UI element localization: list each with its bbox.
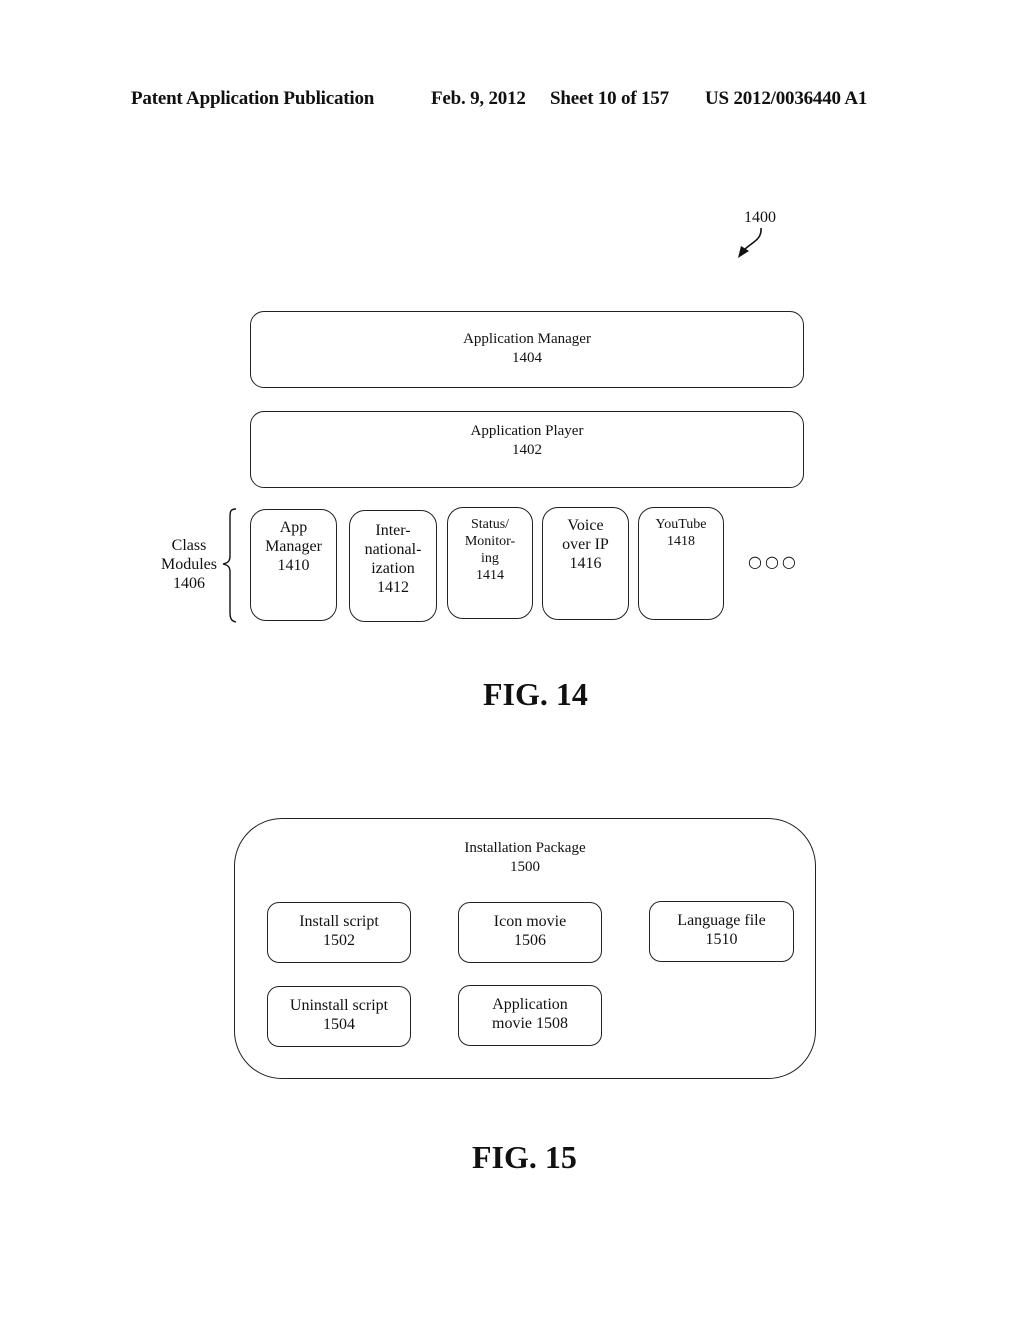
- item-title: Language file: [677, 912, 766, 929]
- curly-brace-icon: [222, 508, 237, 623]
- module-ref: 1416: [569, 555, 602, 572]
- item-ref: 1504: [323, 1016, 355, 1033]
- application-movie-box: Application movie 1508: [458, 985, 602, 1046]
- module-line: App: [279, 519, 308, 536]
- module-status-monitoring: Status/ Monitor- ing 1414: [447, 507, 533, 619]
- icon-movie-box: Icon movie 1506: [458, 902, 602, 963]
- item-ref: 1510: [705, 931, 738, 948]
- item-ref: 1502: [323, 932, 355, 949]
- installation-package-ref: 1500: [510, 859, 540, 875]
- module-line: YouTube: [655, 517, 707, 532]
- module-line: Voice: [567, 517, 604, 534]
- module-app-manager: App Manager 1410: [250, 509, 337, 621]
- item-title: Install script: [299, 913, 379, 930]
- module-youtube: YouTube 1418: [638, 507, 724, 620]
- install-script-box: Install script 1502: [267, 902, 411, 963]
- module-line: national-: [364, 541, 422, 558]
- module-line: Inter-: [375, 522, 411, 539]
- item-ref: 1506: [514, 932, 546, 949]
- item-ref: movie 1508: [492, 1015, 568, 1032]
- installation-package-title: Installation Package: [464, 840, 586, 856]
- module-line: ing: [481, 551, 499, 566]
- module-ref: 1412: [377, 579, 409, 596]
- module-ref: 1418: [667, 534, 695, 549]
- item-title: Uninstall script: [289, 997, 389, 1014]
- module-ref: 1414: [476, 568, 504, 583]
- module-voice-over-ip: Voice over IP 1416: [542, 507, 629, 620]
- module-internationalization: Inter- national- ization 1412: [349, 510, 437, 622]
- figure-15-caption: FIG. 15: [472, 1139, 577, 1175]
- module-line: Status/: [470, 517, 510, 532]
- figure-14-caption: FIG. 14: [483, 676, 588, 712]
- module-line: ization: [371, 560, 415, 577]
- item-title: Icon movie: [493, 913, 567, 930]
- module-line: Monitor-: [464, 534, 516, 549]
- uninstall-script-box: Uninstall script 1504: [267, 986, 411, 1047]
- module-line: over IP: [562, 536, 609, 553]
- more-modules-ellipsis-icon: ○○○: [748, 552, 799, 571]
- item-title: Application: [492, 996, 568, 1013]
- module-ref: 1410: [277, 557, 310, 574]
- language-file-box: Language file 1510: [649, 901, 794, 962]
- module-line: Manager: [265, 538, 322, 555]
